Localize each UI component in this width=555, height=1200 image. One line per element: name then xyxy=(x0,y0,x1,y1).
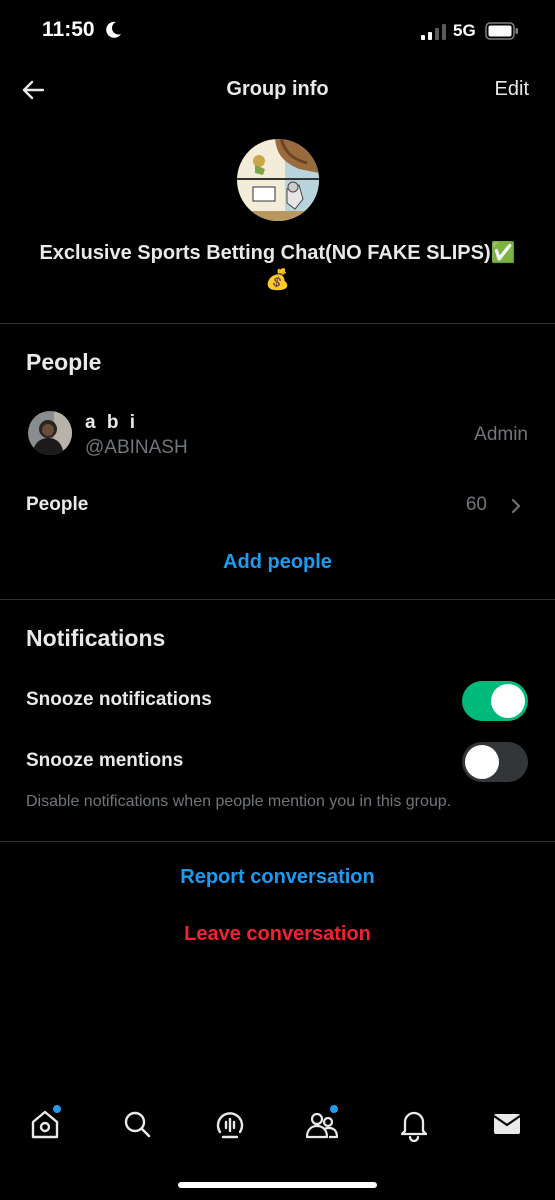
home-indicator xyxy=(178,1182,377,1188)
tab-communities[interactable] xyxy=(304,1104,340,1142)
search-icon xyxy=(124,1111,151,1138)
tab-home[interactable] xyxy=(27,1104,63,1142)
leave-conversation-button[interactable]: Leave conversation xyxy=(0,923,555,946)
group-avatar-image xyxy=(237,139,319,221)
toggle-knob xyxy=(491,684,525,718)
status-time: 11:50 xyxy=(42,18,95,41)
edit-button[interactable]: Edit xyxy=(495,78,529,101)
tab-spaces[interactable] xyxy=(212,1106,248,1142)
section-divider xyxy=(0,841,555,842)
admin-badge: Admin xyxy=(474,424,528,445)
tab-notifications[interactable] xyxy=(396,1106,432,1143)
chevron-right-icon xyxy=(512,499,520,513)
spaces-icon xyxy=(216,1112,244,1139)
toggle-knob xyxy=(465,745,499,779)
tab-messages[interactable] xyxy=(489,1106,525,1142)
add-people-button[interactable]: Add people xyxy=(0,551,555,574)
notifications-section-title: Notifications xyxy=(26,625,166,651)
snooze-notifications-toggle[interactable] xyxy=(462,681,528,721)
communities-notification-dot xyxy=(329,1104,339,1114)
signal-icon xyxy=(421,24,446,40)
section-divider xyxy=(0,599,555,600)
tab-search[interactable] xyxy=(119,1106,155,1142)
page-title: Group info xyxy=(226,78,329,100)
member-avatar-image xyxy=(28,411,72,455)
battery-icon xyxy=(485,22,518,40)
group-name: Exclusive Sports Betting Chat(NO FAKE SL… xyxy=(20,240,535,294)
snooze-mentions-toggle[interactable] xyxy=(462,742,528,782)
member-handle: @ABINASH xyxy=(85,437,188,458)
mail-icon xyxy=(493,1114,521,1134)
group-avatar[interactable] xyxy=(237,139,319,221)
group-name-line-1: Exclusive Sports Betting Chat(NO FAKE SL… xyxy=(39,242,516,264)
snooze-mentions-hint: Disable notifications when people mentio… xyxy=(26,793,452,810)
people-row-label: People xyxy=(26,494,89,515)
section-divider xyxy=(0,323,555,324)
report-conversation-button[interactable]: Report conversation xyxy=(0,866,555,889)
avatar[interactable] xyxy=(28,411,72,455)
member-name: a b i xyxy=(85,412,139,433)
home-notification-dot xyxy=(52,1104,62,1114)
moon-icon xyxy=(106,21,121,38)
group-name-line-2: 💰 xyxy=(265,269,290,291)
member-row[interactable] xyxy=(0,400,555,468)
people-count: 60 xyxy=(465,494,487,515)
network-label: 5G xyxy=(453,21,476,40)
people-section-title: People xyxy=(26,349,102,375)
bell-icon xyxy=(400,1111,428,1143)
snooze-notifications-label: Snooze notifications xyxy=(26,689,212,710)
snooze-mentions-label: Snooze mentions xyxy=(26,750,184,771)
